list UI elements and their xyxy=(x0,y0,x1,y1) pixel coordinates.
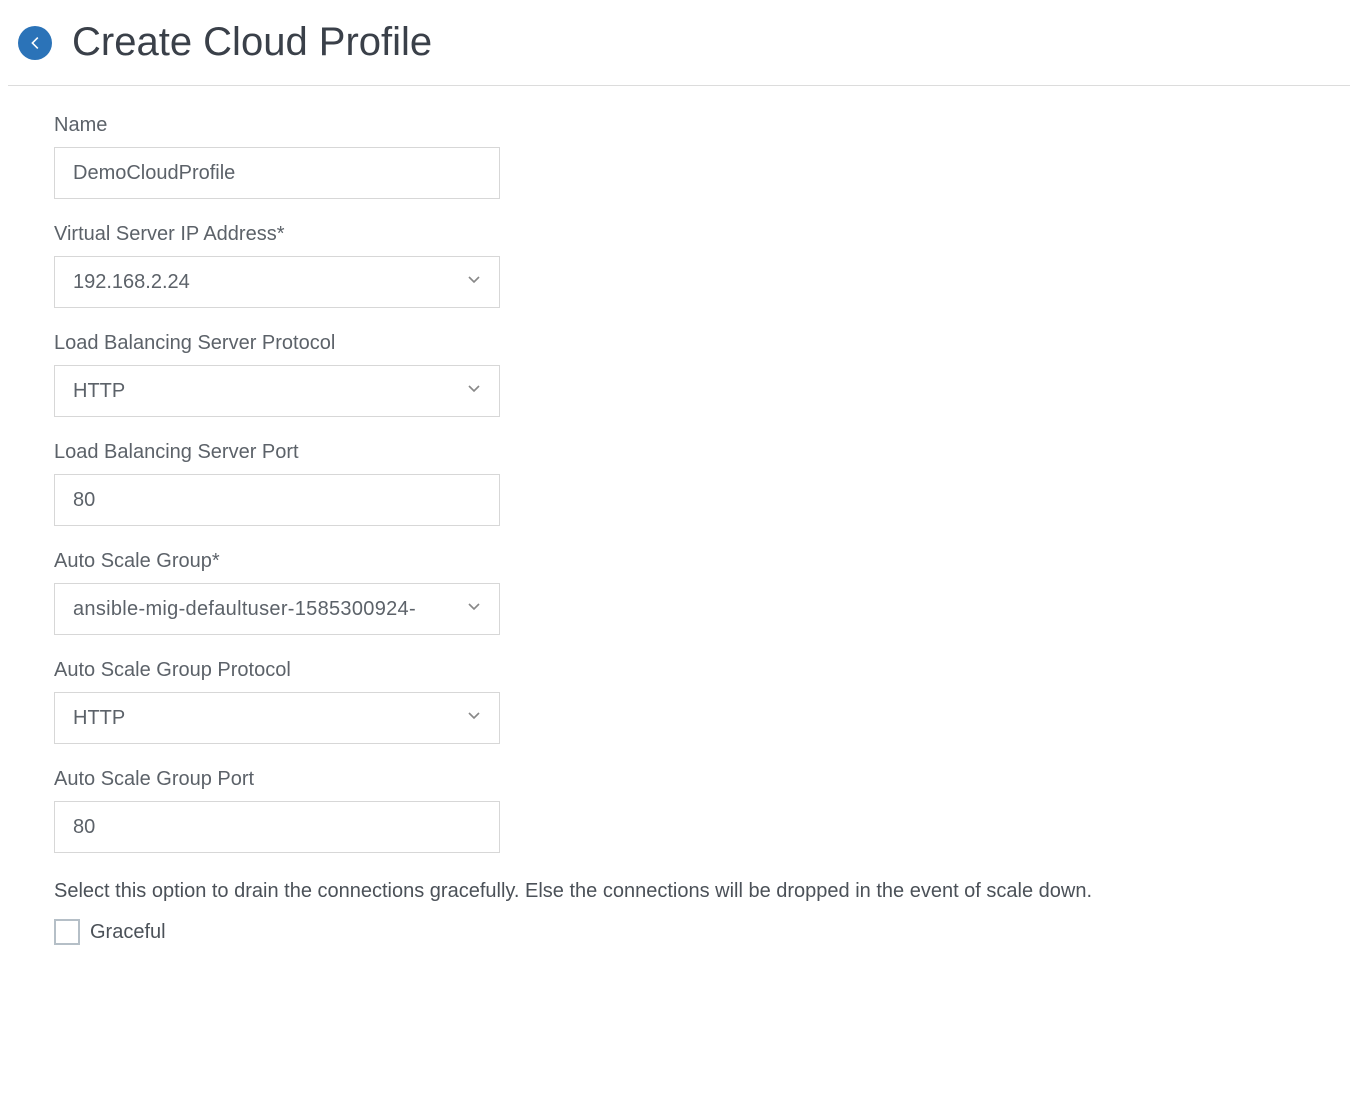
lb-protocol-label: Load Balancing Server Protocol xyxy=(54,332,1304,355)
auto-scale-group-select-wrapper xyxy=(54,583,500,635)
virtual-server-ip-select[interactable] xyxy=(54,256,500,308)
back-button[interactable] xyxy=(18,26,52,60)
lb-port-group: Load Balancing Server Port xyxy=(54,441,1304,526)
graceful-label: Graceful xyxy=(90,921,166,944)
name-input[interactable] xyxy=(54,147,500,199)
auto-scale-group-select[interactable] xyxy=(54,583,500,635)
asg-protocol-select[interactable] xyxy=(54,692,500,744)
virtual-server-ip-group: Virtual Server IP Address* xyxy=(54,223,1304,308)
virtual-server-ip-label: Virtual Server IP Address* xyxy=(54,223,1304,246)
asg-protocol-label: Auto Scale Group Protocol xyxy=(54,659,1304,682)
page-title: Create Cloud Profile xyxy=(72,20,432,65)
arrow-left-icon xyxy=(26,34,44,52)
form-container: Name Virtual Server IP Address* Load Bal… xyxy=(8,85,1350,965)
lb-port-label: Load Balancing Server Port xyxy=(54,441,1304,464)
name-label: Name xyxy=(54,114,1304,137)
auto-scale-group-label: Auto Scale Group* xyxy=(54,550,1304,573)
virtual-server-ip-select-wrapper xyxy=(54,256,500,308)
lb-protocol-select-wrapper xyxy=(54,365,500,417)
name-group: Name xyxy=(54,114,1304,199)
asg-port-group: Auto Scale Group Port xyxy=(54,768,1304,853)
graceful-help-text: Select this option to drain the connecti… xyxy=(54,877,1304,905)
graceful-checkbox[interactable] xyxy=(54,919,80,945)
graceful-checkbox-row: Graceful xyxy=(54,919,1304,945)
page-header: Create Cloud Profile xyxy=(0,10,1350,85)
lb-protocol-group: Load Balancing Server Protocol xyxy=(54,332,1304,417)
auto-scale-group-group: Auto Scale Group* xyxy=(54,550,1304,635)
asg-port-label: Auto Scale Group Port xyxy=(54,768,1304,791)
lb-protocol-select[interactable] xyxy=(54,365,500,417)
asg-port-input[interactable] xyxy=(54,801,500,853)
lb-port-input[interactable] xyxy=(54,474,500,526)
asg-protocol-select-wrapper xyxy=(54,692,500,744)
asg-protocol-group: Auto Scale Group Protocol xyxy=(54,659,1304,744)
